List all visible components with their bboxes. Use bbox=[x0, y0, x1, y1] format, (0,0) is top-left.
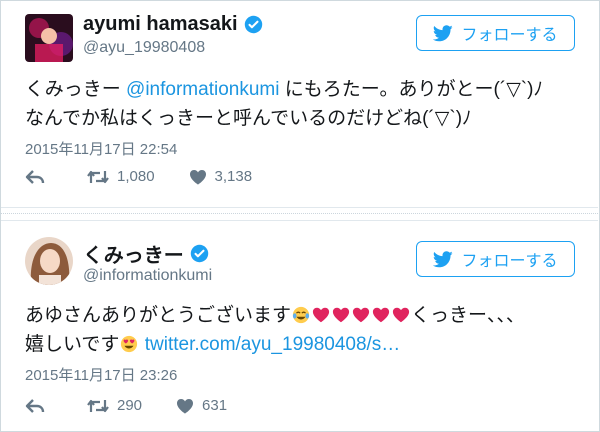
user-handle[interactable]: @informationkumi bbox=[83, 267, 212, 285]
heart-emoji bbox=[332, 307, 350, 323]
retweet-icon bbox=[87, 170, 109, 183]
retweet-button[interactable]: 290 bbox=[87, 397, 142, 414]
tweet-text-part: くっきー、、、 bbox=[411, 305, 525, 326]
tweet-text-part: くみっきー bbox=[25, 79, 127, 100]
retweet-button[interactable]: 1,080 bbox=[87, 168, 155, 185]
avatar[interactable] bbox=[25, 14, 73, 62]
twitter-bird-icon bbox=[433, 24, 454, 41]
retweet-count: 1,080 bbox=[117, 168, 155, 185]
tweet-text-part: 嬉しいです bbox=[25, 334, 120, 355]
retweet-count: 290 bbox=[117, 397, 143, 414]
like-count: 3,138 bbox=[214, 168, 253, 185]
follow-button[interactable]: フォローする bbox=[416, 15, 575, 51]
reply-icon bbox=[25, 398, 45, 413]
tweet-text-part: にもろたー。ありがとー(´▽`)ﾉ bbox=[279, 79, 543, 100]
avatar[interactable] bbox=[25, 237, 73, 285]
tweet-timestamp[interactable]: 2015年11月17日 23:26 bbox=[25, 364, 177, 385]
twitter-bird-icon bbox=[433, 250, 454, 267]
verified-badge-icon bbox=[244, 15, 262, 34]
reply-icon bbox=[25, 169, 45, 184]
verified-badge-icon bbox=[190, 244, 209, 263]
tweet-text-part: あゆさんありがとうございます bbox=[25, 305, 292, 326]
heart-emoji bbox=[312, 307, 330, 323]
heart-icon bbox=[189, 169, 206, 184]
tweet-text-line2: なんでか私はくっきーと呼んでいるのだけどね(´▽`)ﾉ bbox=[25, 108, 472, 129]
like-button[interactable]: 3,138 bbox=[189, 168, 253, 185]
heart-emoji bbox=[392, 307, 410, 323]
heart-icon bbox=[177, 398, 194, 413]
display-name[interactable]: ayumi hamasaki bbox=[83, 13, 238, 36]
tweet-divider bbox=[1, 207, 598, 221]
retweet-icon bbox=[87, 399, 109, 412]
tweet-link[interactable]: twitter.com/ayu_19980408/s… bbox=[145, 334, 401, 355]
tweet-timestamp[interactable]: 2015年11月17日 22:54 bbox=[25, 138, 177, 159]
heart-emoji bbox=[372, 307, 390, 323]
tweet-text: くみっきー @informationkumi にもろたー。ありがとー(´▽`)ﾉ bbox=[25, 75, 577, 104]
mention-link[interactable]: @informationkumi bbox=[126, 79, 279, 100]
user-handle[interactable]: @ayu_19980408 bbox=[83, 39, 205, 57]
heart-eyes-emoji bbox=[121, 335, 138, 353]
reply-button[interactable] bbox=[25, 169, 53, 185]
tweet-card: くみっきー @informationkumi フォローする あゆさんありがとうご… bbox=[1, 221, 597, 431]
tears-of-joy-emoji bbox=[292, 306, 310, 324]
tweet-text-line2: 嬉しいです twitter.com/ayu_19980408/s… bbox=[25, 330, 577, 359]
reply-button[interactable] bbox=[25, 398, 53, 414]
follow-label: フォローする bbox=[461, 27, 558, 44]
follow-button[interactable]: フォローする bbox=[416, 241, 575, 277]
like-count: 631 bbox=[202, 397, 228, 414]
heart-emoji bbox=[352, 307, 370, 323]
follow-label: フォローする bbox=[461, 253, 558, 270]
display-name[interactable]: くみっきー bbox=[83, 239, 184, 268]
tweet-card: ayumi hamasaki @ayu_19980408 フォローする くみっき… bbox=[1, 1, 597, 207]
tweet-text: あゆさんありがとうございます くっきー、、、 bbox=[25, 301, 577, 330]
like-button[interactable]: 631 bbox=[176, 397, 227, 414]
